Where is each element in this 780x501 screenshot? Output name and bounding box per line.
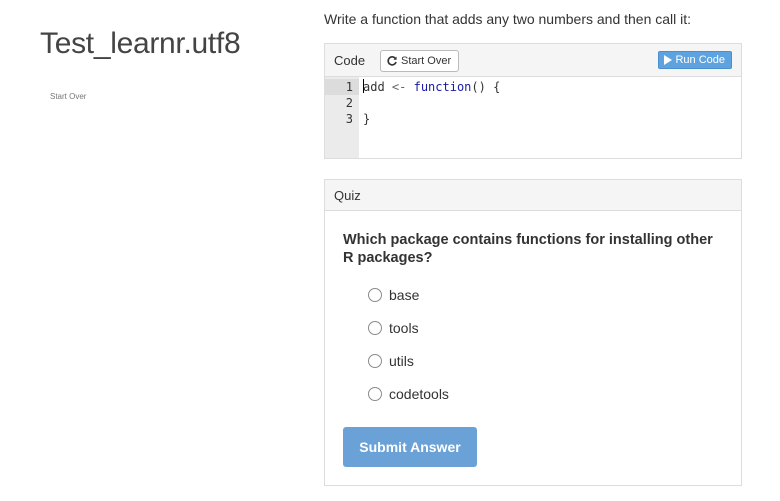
code-label: Code [334, 53, 366, 68]
quiz-option-base[interactable]: base [368, 285, 419, 305]
option-label: utils [389, 353, 414, 369]
radio-button[interactable] [368, 288, 382, 302]
start-over-button-label: Start Over [401, 55, 452, 67]
radio-button[interactable] [368, 321, 382, 335]
code-line: 2 [325, 95, 741, 111]
code-keyword: function [413, 80, 472, 94]
quiz-question: Which package contains functions for ins… [343, 232, 713, 266]
line-number: 2 [345, 96, 353, 110]
quiz-option-tools[interactable]: tools [368, 318, 419, 338]
start-over-button[interactable]: Start Over [380, 50, 460, 72]
run-code-button-label: Run Code [675, 54, 725, 66]
app-title: Test_learnr.utf8 [40, 27, 241, 60]
code-operator: <- [384, 80, 414, 94]
line-number: 1 [345, 80, 353, 94]
submit-answer-button[interactable]: Submit Answer [343, 427, 477, 467]
quiz-option-utils[interactable]: utils [368, 351, 414, 371]
option-label: base [389, 287, 420, 303]
code-exercise-panel: Code Start Over Run Code 1 add <- functi… [324, 43, 742, 159]
code-punctuation: () { [471, 80, 501, 94]
code-identifier: add [363, 80, 385, 94]
option-label: tools [389, 320, 419, 336]
play-icon [664, 55, 673, 65]
option-label: codetools [389, 386, 449, 402]
radio-button[interactable] [368, 354, 382, 368]
radio-button[interactable] [368, 387, 382, 401]
quiz-panel: Quiz Which package contains functions fo… [324, 179, 742, 486]
run-code-button[interactable]: Run Code [658, 51, 732, 69]
quiz-header: Quiz [325, 180, 741, 211]
sidebar-start-over-link[interactable]: Start Over [50, 92, 86, 101]
code-editor[interactable]: 1 add <- function() { 2 3 } [325, 77, 741, 158]
code-text: } [363, 112, 371, 126]
refresh-icon [387, 56, 397, 66]
exercise-prompt: Write a function that adds any two numbe… [324, 11, 692, 27]
code-line: 3 } [325, 111, 741, 127]
sidebar: Test_learnr.utf8 Start Over [0, 0, 300, 501]
code-panel-header: Code Start Over Run Code [325, 44, 741, 77]
code-line: 1 add <- function() { [325, 79, 741, 95]
code-text: add <- function() { [363, 79, 500, 95]
line-number: 3 [345, 112, 353, 126]
quiz-option-codetools[interactable]: codetools [368, 384, 449, 404]
